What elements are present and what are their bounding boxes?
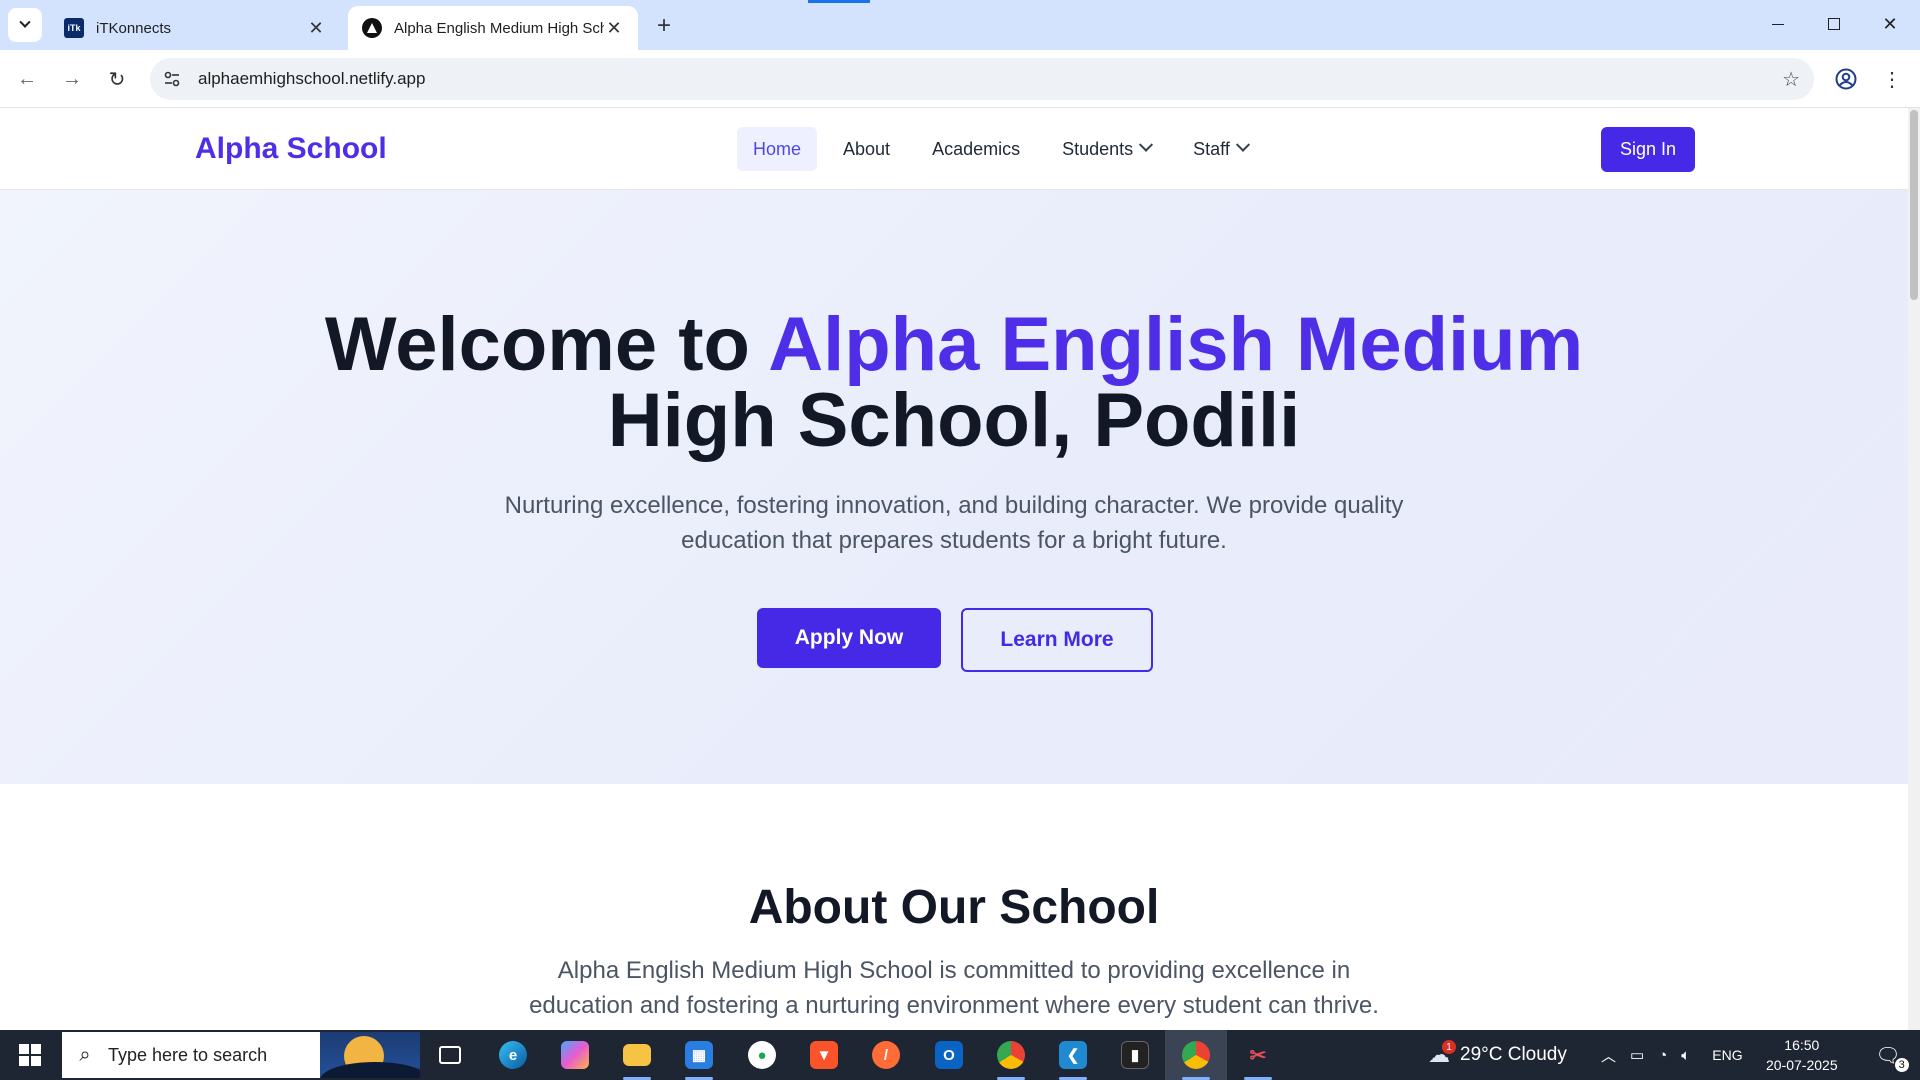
apply-now-button[interactable]: Apply Now bbox=[757, 608, 941, 668]
mongodb-compass-icon[interactable]: ● bbox=[742, 1035, 782, 1075]
edge-icon[interactable]: e bbox=[493, 1035, 533, 1075]
close-window-button[interactable]: ✕ bbox=[1862, 0, 1918, 48]
reload-button[interactable]: ↻ bbox=[100, 62, 134, 96]
search-icon: ⌕ bbox=[79, 1043, 91, 1066]
browser-toolbar: ← → ↻ alphaemhighschool.netlify.app ☆ ⋮ bbox=[0, 50, 1920, 108]
notification-count: 3 bbox=[1894, 1057, 1909, 1072]
loading-indicator bbox=[808, 0, 870, 3]
tab-search-button[interactable] bbox=[8, 8, 42, 42]
restore-button[interactable] bbox=[1806, 0, 1862, 48]
chrome-icon[interactable] bbox=[1176, 1035, 1216, 1080]
close-icon: ✕ bbox=[1882, 13, 1898, 34]
tab-itkonnects[interactable]: iTk iTKonnects ✕ bbox=[50, 6, 340, 50]
arrow-right-icon: → bbox=[62, 67, 82, 90]
site-navbar: Alpha School Home About Academics Studen… bbox=[0, 108, 1908, 190]
terminal-icon[interactable]: ▮ bbox=[1115, 1035, 1155, 1075]
wifi-icon[interactable]: ◔ bbox=[1658, 1047, 1667, 1064]
start-button[interactable] bbox=[0, 1030, 60, 1080]
weather-badge: 1 bbox=[1442, 1040, 1456, 1054]
cloud-icon: ☁ 1 bbox=[1428, 1040, 1456, 1068]
about-text: Alpha English Medium High School is comm… bbox=[529, 957, 1379, 1019]
main-menu: Home About Academics Students Staff bbox=[737, 127, 1264, 171]
sign-in-button[interactable]: Sign In bbox=[1601, 127, 1695, 172]
new-tab-button[interactable]: + bbox=[650, 12, 678, 40]
address-bar[interactable]: alphaemhighschool.netlify.app ☆ bbox=[150, 58, 1814, 100]
tab-title: iTKonnects bbox=[96, 19, 172, 37]
notification-icon: 🗨︎ 3 bbox=[1875, 1043, 1909, 1072]
forward-button[interactable]: → bbox=[55, 62, 89, 96]
minimize-button[interactable] bbox=[1750, 0, 1806, 48]
weather-widget[interactable]: ☁ 1 29°C Cloudy bbox=[1428, 1030, 1567, 1080]
account-icon bbox=[1835, 68, 1857, 90]
close-icon[interactable]: ✕ bbox=[604, 18, 624, 38]
bookmark-star-icon[interactable]: ☆ bbox=[1782, 67, 1800, 92]
close-icon[interactable]: ✕ bbox=[306, 18, 326, 38]
search-placeholder: Type here to search bbox=[108, 1044, 268, 1065]
snipping-tool-icon[interactable]: ✂ bbox=[1238, 1035, 1278, 1080]
hero-subtitle: Nurturing excellence, fostering innovati… bbox=[504, 492, 1404, 554]
nav-academics[interactable]: Academics bbox=[916, 127, 1036, 171]
itk-favicon-icon: iTk bbox=[64, 18, 84, 38]
more-vert-icon: ⋮ bbox=[1882, 68, 1902, 91]
task-view-icon[interactable] bbox=[430, 1035, 470, 1075]
taskbar-search[interactable]: ⌕ Type here to search bbox=[62, 1032, 420, 1078]
hero-title: Welcome to Alpha English Medium High Sch… bbox=[0, 307, 1908, 459]
chrome-dev-icon[interactable] bbox=[991, 1035, 1031, 1080]
menu-button[interactable]: ⋮ bbox=[1875, 62, 1909, 96]
calendar-icon[interactable]: ▦ bbox=[679, 1035, 719, 1080]
postman-icon[interactable]: / bbox=[866, 1035, 906, 1075]
outlook-icon[interactable]: O bbox=[929, 1035, 969, 1075]
hero-title-accent: Alpha English Medium bbox=[768, 302, 1584, 387]
volume-icon[interactable]: 🔈︎ bbox=[1681, 1047, 1690, 1064]
clock-date: 20-07-2025 bbox=[1766, 1057, 1838, 1073]
reload-icon: ↻ bbox=[108, 68, 126, 91]
search-highlight-image bbox=[320, 1032, 420, 1078]
windows-logo-icon bbox=[19, 1044, 41, 1066]
nav-staff[interactable]: Staff bbox=[1177, 127, 1264, 171]
chevron-down-icon bbox=[1139, 137, 1154, 152]
chevron-up-icon[interactable]: ︿ bbox=[1601, 1045, 1616, 1066]
clock[interactable]: 16:50 20-07-2025 bbox=[1766, 1030, 1838, 1080]
weather-text: 29°C Cloudy bbox=[1460, 1044, 1567, 1065]
file-explorer-icon[interactable] bbox=[617, 1035, 657, 1080]
windows-taskbar: ⌕ Type here to search e ▦ ● ▼ / O ❮ ▮ ✂ … bbox=[0, 1030, 1920, 1080]
system-tray: ︿ ▭ ◔ 🔈︎ ENG bbox=[1601, 1030, 1743, 1080]
page-scrollbar[interactable] bbox=[1908, 108, 1920, 1030]
site-brand[interactable]: Alpha School bbox=[195, 132, 387, 166]
browser-tab-strip: iTk iTKonnects ✕ Alpha English Medium Hi… bbox=[0, 0, 1920, 50]
hero-title-prefix: Welcome to bbox=[324, 302, 769, 387]
tab-alpha-school[interactable]: Alpha English Medium High School ✕ bbox=[348, 6, 638, 50]
netlify-favicon-icon bbox=[362, 18, 382, 38]
hero-title-suffix: High School, Podili bbox=[607, 378, 1301, 463]
minimize-icon bbox=[1772, 23, 1784, 25]
brave-icon[interactable]: ▼ bbox=[804, 1035, 844, 1075]
back-button[interactable]: ← bbox=[10, 62, 44, 96]
notification-center-button[interactable]: 🗨︎ 3 bbox=[1866, 1030, 1910, 1080]
chevron-down-icon bbox=[19, 16, 31, 28]
restore-icon bbox=[1828, 18, 1840, 30]
battery-icon[interactable]: ▭ bbox=[1630, 1046, 1644, 1064]
url-text[interactable]: alphaemhighschool.netlify.app bbox=[198, 69, 425, 89]
nav-home[interactable]: Home bbox=[737, 127, 818, 171]
vscode-icon[interactable]: ❮ bbox=[1053, 1035, 1093, 1080]
copilot-icon[interactable] bbox=[555, 1035, 595, 1075]
language-indicator[interactable]: ENG bbox=[1712, 1047, 1742, 1063]
about-heading: About Our School bbox=[748, 881, 1160, 934]
clock-time: 16:50 bbox=[1784, 1037, 1820, 1053]
hero-section: Welcome to Alpha English Medium High Sch… bbox=[0, 190, 1908, 784]
nav-about[interactable]: About bbox=[827, 127, 906, 171]
arrow-left-icon: ← bbox=[17, 67, 37, 90]
learn-more-button[interactable]: Learn More bbox=[961, 608, 1153, 672]
nav-staff-label: Staff bbox=[1193, 138, 1230, 159]
page-viewport: Alpha School Home About Academics Studen… bbox=[0, 108, 1908, 1030]
nav-students[interactable]: Students bbox=[1046, 127, 1167, 171]
nav-students-label: Students bbox=[1062, 138, 1134, 159]
site-info-icon[interactable] bbox=[154, 61, 190, 97]
tab-title: Alpha English Medium High School bbox=[394, 19, 604, 37]
chevron-down-icon bbox=[1235, 137, 1250, 152]
scrollbar-thumb[interactable] bbox=[1910, 110, 1918, 300]
profile-button[interactable] bbox=[1829, 62, 1863, 96]
